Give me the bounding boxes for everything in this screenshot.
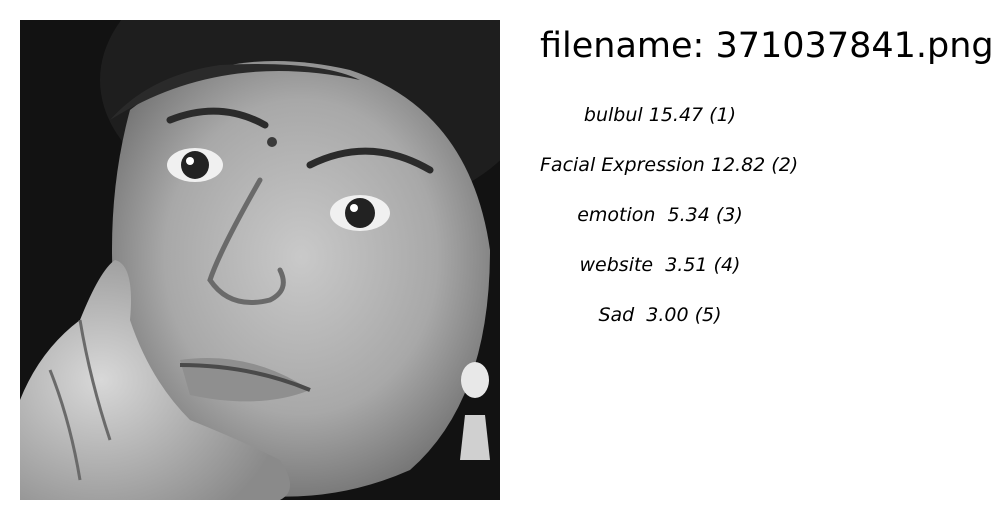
filename-title: filename: 371037841.png [540, 26, 994, 66]
label-item: Facial Expression 12.82 (2) [540, 154, 799, 176]
label-item: bulbul 15.47 (1) [583, 104, 737, 126]
face-photo [20, 20, 500, 500]
label-list: bulbul 15.47 (1) Facial Expression 12.82… [540, 100, 799, 350]
label-item: emotion 5.34 (3) [577, 204, 743, 226]
face-photo-icon [20, 20, 500, 500]
label-item: website 3.51 (4) [579, 254, 741, 276]
label-item: Sad 3.00 (5) [598, 304, 722, 326]
